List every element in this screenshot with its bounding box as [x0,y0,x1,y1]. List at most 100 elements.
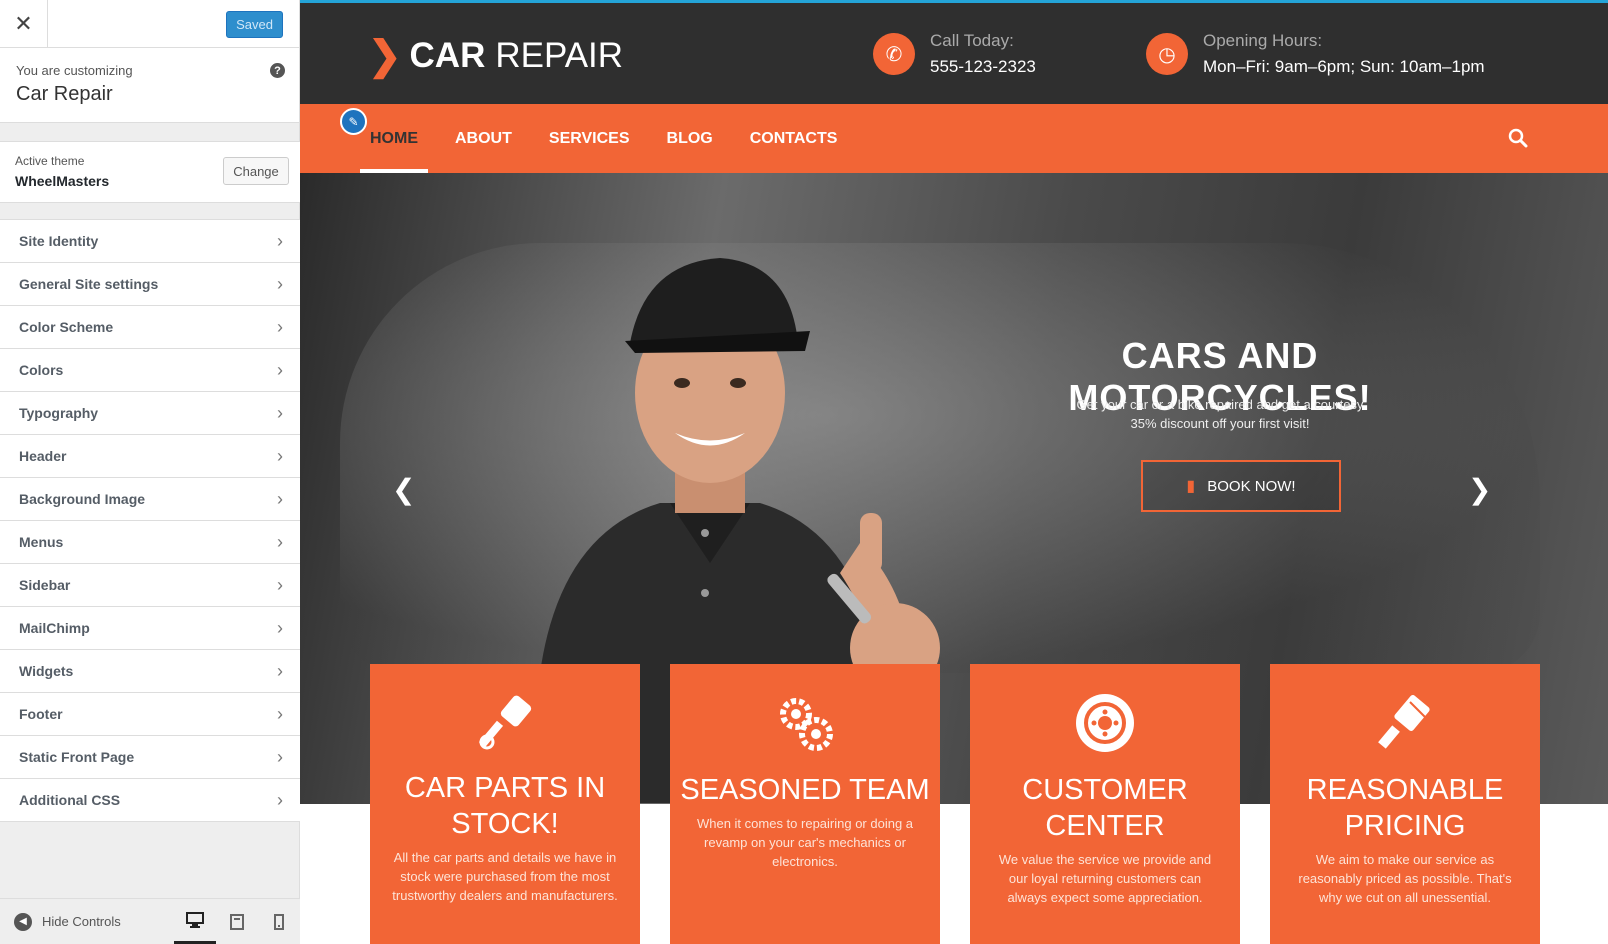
feature-card: REASONABLE PRICING We aim to make our se… [1270,664,1540,944]
menu-item-color-scheme[interactable]: Color Scheme › [0,306,300,349]
menu-item-label: General Site settings [19,276,159,292]
close-icon: ✕ [14,11,33,36]
slider-next-arrow-icon[interactable]: ❯ [1468,473,1491,506]
menu-item-label: Footer [19,706,63,722]
chevron-right-icon: › [277,617,283,638]
main-nav-bar: ✎ HOME ABOUT SERVICES BLOG CONTACTS [300,104,1608,173]
menu-item-mailchimp[interactable]: MailChimp › [0,607,300,650]
hide-controls-button[interactable]: Hide Controls [42,914,121,929]
nav-item-contacts[interactable]: CONTACTS [750,104,838,173]
menu-item-widgets[interactable]: Widgets › [0,650,300,693]
clock-icon: ◷ [1146,33,1188,75]
piston-icon [478,695,532,750]
chevron-right-icon: › [277,445,283,466]
menu-item-static-front-page[interactable]: Static Front Page › [0,736,300,779]
logo-arrow-icon: ❯ [368,34,402,78]
book-icon: ▮ [1186,478,1196,495]
feature-title: CAR PARTS IN STOCK! [404,772,606,840]
menu-item-colors[interactable]: Colors › [0,349,300,392]
nav-item-about[interactable]: ABOUT [455,104,512,173]
main-nav: HOME ABOUT SERVICES BLOG CONTACTS [360,104,874,173]
customizer-panel: ✕ Saved You are customizing Car Repair ?… [0,0,300,944]
menu-item-label: Static Front Page [19,749,135,765]
change-theme-button[interactable]: Change [223,157,289,185]
slider-prev-arrow-icon[interactable]: ❮ [392,473,415,506]
opening-hours-block: ◷ Opening Hours: Mon–Fri: 9am–6pm; Sun: … [1146,31,1485,77]
feature-text: When it comes to repairing or doing a re… [696,816,914,869]
feature-title: REASONABLE PRICING [1306,774,1504,842]
chevron-right-icon: › [277,660,283,681]
chevron-right-icon: › [277,746,283,767]
menu-item-sidebar[interactable]: Sidebar › [0,564,300,607]
menu-item-background-image[interactable]: Background Image › [0,478,300,521]
book-now-label: BOOK NOW! [1207,477,1296,495]
features-row: CAR PARTS IN STOCK! All the car parts an… [370,664,1540,944]
mobile-preview-button[interactable] [258,899,300,944]
customizer-menu: Site Identity › General Site settings › Co… [0,219,300,822]
brake-disc-icon [1076,694,1134,752]
desktop-icon [186,912,204,928]
search-icon[interactable] [1508,128,1528,148]
menu-item-menus[interactable]: Menus › [0,521,300,564]
chevron-right-icon: › [277,574,283,595]
mobile-icon [274,914,284,930]
menu-item-label: Header [19,448,67,464]
opening-hours-label: Opening Hours: [1203,31,1323,50]
book-now-button[interactable]: ▮ BOOK NOW! [1141,460,1341,512]
nav-item-blog[interactable]: BLOG [667,104,713,173]
menu-item-label: Menus [19,534,64,550]
phone-number: 555-123-2323 [930,57,1036,76]
feature-title: SEASONED TEAM [680,774,930,806]
chevron-right-icon: › [277,273,283,294]
chevron-right-icon: › [277,402,283,423]
menu-item-general-site-settings[interactable]: General Site settings › [0,263,300,306]
feature-text: We aim to make our service as reasonably… [1298,852,1512,905]
menu-item-typography[interactable]: Typography › [0,392,300,435]
gears-icon [780,698,833,751]
menu-item-label: Sidebar [19,577,71,593]
hero-text: Get your car or a bike repaired and get … [1076,397,1364,431]
chevron-right-icon: › [277,488,283,509]
menu-item-header[interactable]: Header › [0,435,300,478]
edit-shortcut-pencil-icon[interactable]: ✎ [340,108,367,135]
feature-card: CAR PARTS IN STOCK! All the car parts an… [370,664,640,944]
feature-text: We value the service we provide and our … [998,852,1212,905]
feature-text: All the car parts and details we have in… [392,850,618,903]
site-header: ❯ CAR REPAIR ✆ Call Today: 555-123-2323 … [300,0,1608,104]
close-customizer-button[interactable]: ✕ [0,0,48,48]
desktop-preview-button[interactable] [174,899,216,944]
hide-controls-icon[interactable]: ◀ [14,912,32,931]
menu-item-label: Color Scheme [19,319,114,335]
site-logo[interactable]: ❯ CAR REPAIR [368,36,623,76]
menu-item-label: Widgets [19,663,74,679]
nav-item-home[interactable]: HOME [360,104,428,173]
logo-light-text: REPAIR [495,36,624,75]
saved-button[interactable]: Saved [226,11,283,38]
customizing-label: You are customizing [16,63,133,78]
nav-item-services[interactable]: SERVICES [549,104,630,173]
site-name: Car Repair [16,83,113,105]
chevron-right-icon: › [277,703,283,724]
chevron-right-icon: › [277,359,283,380]
customizer-footer: ◀ Hide Controls [0,898,300,944]
tablet-preview-button[interactable] [216,899,258,944]
chevron-right-icon: › [277,789,283,810]
active-theme-section: Active theme WheelMasters Change [0,141,300,203]
paint-brush-icon [1378,695,1430,749]
menu-item-additional-css[interactable]: Additional CSS › [0,779,300,822]
customizer-header: ✕ Saved [0,0,299,48]
menu-item-label: Typography [19,405,99,421]
menu-item-label: MailChimp [19,620,90,636]
menu-item-label: Background Image [19,491,146,507]
help-icon[interactable]: ? [270,63,285,78]
chevron-right-icon: › [277,230,283,251]
site-preview: ❯ CAR REPAIR ✆ Call Today: 555-123-2323 … [300,0,1608,944]
menu-item-footer[interactable]: Footer › [0,693,300,736]
menu-item-label: Additional CSS [19,792,121,808]
phone-icon: ✆ [873,33,915,75]
menu-item-label: Site Identity [19,233,99,249]
feature-title: CUSTOMER CENTER [1022,774,1188,842]
menu-item-site-identity[interactable]: Site Identity › [0,220,300,263]
logo-bold-text: CAR [409,36,486,75]
call-today-label: Call Today: [930,31,1014,50]
